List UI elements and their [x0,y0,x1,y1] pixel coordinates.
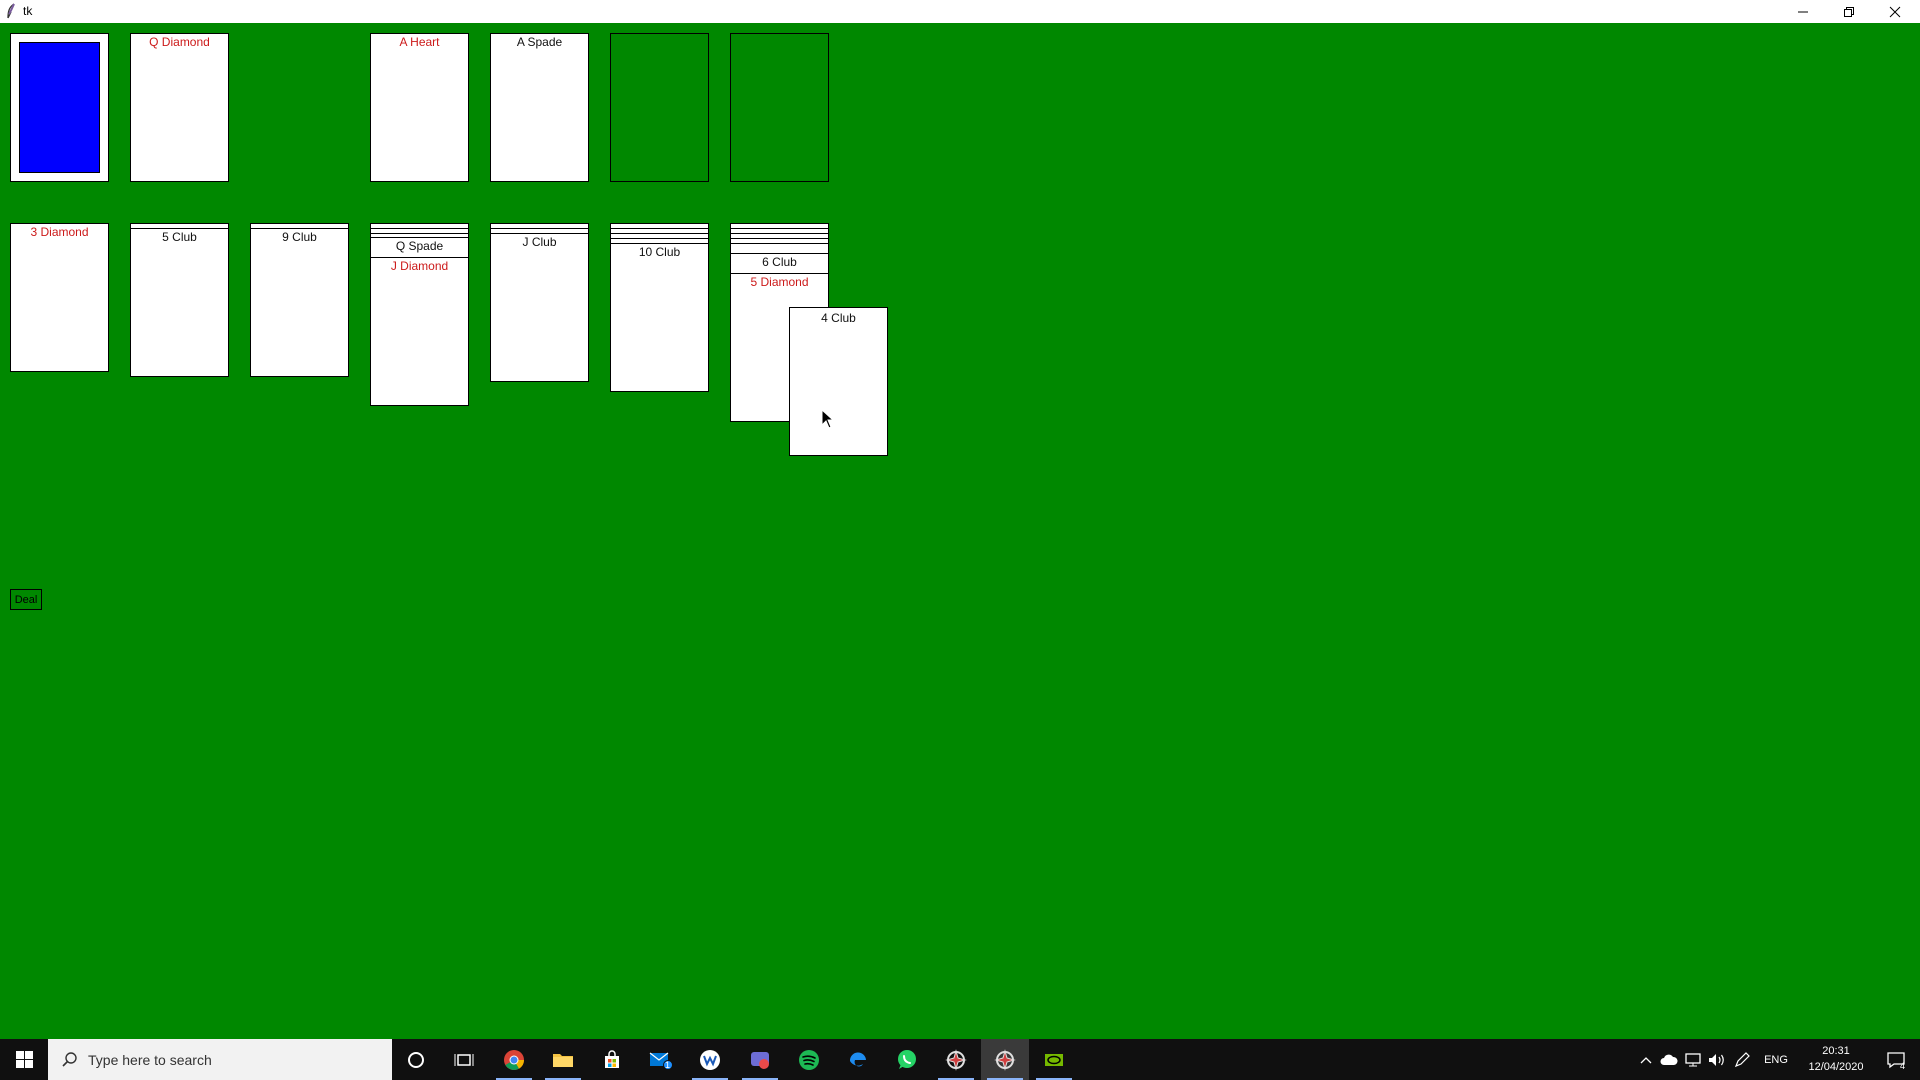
card-label: 4 Club [821,311,856,325]
webex-button[interactable] [686,1039,734,1080]
window-title: tk [23,4,33,18]
stock-pile[interactable] [10,33,109,182]
dragged-card[interactable]: 4 Club [789,307,888,456]
tableau-2-card[interactable]: 5 Club [130,228,229,377]
taskbar: Type here to search 1 ENG 20:31 12/04/20… [0,1039,1920,1080]
speaker-icon [1709,1053,1724,1066]
foundation-3[interactable] [610,33,709,182]
card-label: A Heart [399,35,440,49]
chrome-button[interactable] [490,1039,538,1080]
minimize-icon [1798,11,1808,12]
clock-time: 20:31 [1822,1045,1850,1057]
game-canvas[interactable]: Q Diamond A Heart A Spade 3 Diamond 5 Cl… [0,23,1920,1039]
chrome-icon [504,1049,524,1070]
foundation-1[interactable]: A Heart [370,33,469,182]
network-icon [1685,1052,1701,1066]
file-explorer-button[interactable] [539,1039,587,1080]
cortana-button[interactable] [392,1039,440,1080]
store-icon [605,1049,619,1068]
game-icon [751,1051,769,1069]
card-label: A Spade [516,35,563,49]
game-button[interactable] [736,1039,784,1080]
card-back [19,42,100,173]
edge-icon [849,1051,866,1066]
minimize-button[interactable] [1780,0,1826,23]
chevron-up-icon [1640,1056,1652,1063]
deal-button[interactable]: Deal [10,589,42,610]
nvidia-button[interactable] [1030,1039,1078,1080]
search-placeholder: Type here to search [88,1051,212,1068]
restore-button[interactable] [1826,0,1872,23]
card-label: Q Diamond [149,35,210,49]
card-label: 3 Diamond [30,225,89,239]
pen-tray[interactable] [1730,1039,1754,1080]
settings-app-button[interactable] [932,1039,980,1080]
waste-pile[interactable]: Q Diamond [130,33,229,182]
mail-button[interactable]: 1 [637,1039,685,1080]
spotify-icon [799,1049,819,1070]
windows-logo-icon [15,1051,33,1068]
card-label: J Club [522,235,557,249]
close-button[interactable] [1872,0,1918,23]
foundation-2[interactable]: A Spade [490,33,589,182]
window-titlebar: tk [0,0,1920,23]
card-label: Q Spade [395,239,444,253]
whatsapp-icon [898,1049,916,1069]
store-button[interactable] [588,1039,636,1080]
tableau-1-card[interactable]: 3 Diamond [10,223,109,372]
tableau-4-card[interactable]: J Diamond [370,257,469,406]
tableau-6-card[interactable]: 10 Club [610,243,709,392]
tableau-3-card[interactable]: 9 Club [250,228,349,377]
spotify-button[interactable] [785,1039,833,1080]
foundation-4[interactable] [730,33,829,182]
card-label: 6 Club [762,255,797,269]
card-label: 10 Club [638,245,681,259]
file-explorer-icon [553,1053,573,1067]
search-icon [62,1051,77,1067]
task-view-button[interactable] [440,1039,488,1080]
cloud-icon [1660,1054,1678,1065]
card-label: 5 Club [162,230,197,244]
settings-icon [945,1048,967,1071]
network-tray[interactable] [1682,1039,1704,1080]
notification-count: 4 [1900,1061,1906,1071]
volume-tray[interactable] [1706,1039,1728,1080]
show-hidden-icons-button[interactable] [1636,1039,1656,1080]
pen-icon [1734,1051,1750,1067]
card-label: J Diamond [390,259,449,273]
card-label: 5 Diamond [750,275,809,289]
close-icon [1889,6,1901,17]
tableau-5-card[interactable]: J Club [490,233,589,382]
whatsapp-button[interactable] [883,1039,931,1080]
tk-icon [994,1048,1016,1071]
clock[interactable]: 20:31 12/04/2020 [1796,1043,1876,1075]
tk-app-button[interactable] [981,1039,1029,1080]
restore-icon [1844,6,1854,17]
cortana-icon [408,1051,424,1068]
onedrive-tray[interactable] [1658,1039,1680,1080]
card-label: 9 Club [282,230,317,244]
mouse-cursor-icon [821,409,835,429]
taskbar-search-box[interactable]: Type here to search [48,1039,392,1080]
task-view-icon [454,1053,474,1066]
clock-date: 12/04/2020 [1808,1061,1864,1073]
webex-icon [700,1049,720,1070]
start-button[interactable] [0,1039,48,1080]
language-indicator[interactable]: ENG [1758,1039,1794,1080]
edge-button[interactable] [834,1039,882,1080]
tk-feather-icon [7,3,15,19]
action-center-button[interactable]: 4 [1874,1039,1918,1080]
nvidia-icon [1045,1053,1063,1066]
mail-badge: 1 [665,1060,671,1070]
